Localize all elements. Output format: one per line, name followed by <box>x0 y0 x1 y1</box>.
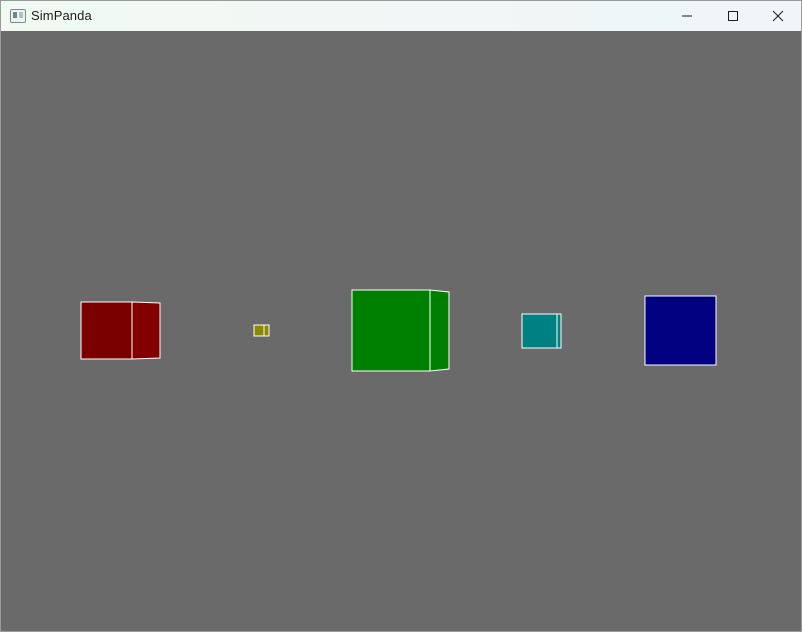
title-bar[interactable]: SimPanda <box>1 1 801 31</box>
minimize-button[interactable] <box>664 1 710 31</box>
green-cube <box>351 289 450 372</box>
blue-cube <box>644 295 717 366</box>
app-window-icon <box>10 9 26 23</box>
close-icon <box>772 10 784 22</box>
3d-viewport[interactable] <box>1 31 801 631</box>
teal-cube <box>521 313 562 349</box>
yellow-cube <box>253 324 270 337</box>
close-button[interactable] <box>755 1 801 31</box>
app-window: SimPanda <box>0 0 802 632</box>
maximize-icon <box>728 11 738 21</box>
window-title: SimPanda <box>31 8 92 23</box>
maximize-button[interactable] <box>710 1 756 31</box>
minimize-icon <box>682 15 692 17</box>
red-cube <box>80 301 161 360</box>
scene-canvas[interactable] <box>1 31 801 631</box>
